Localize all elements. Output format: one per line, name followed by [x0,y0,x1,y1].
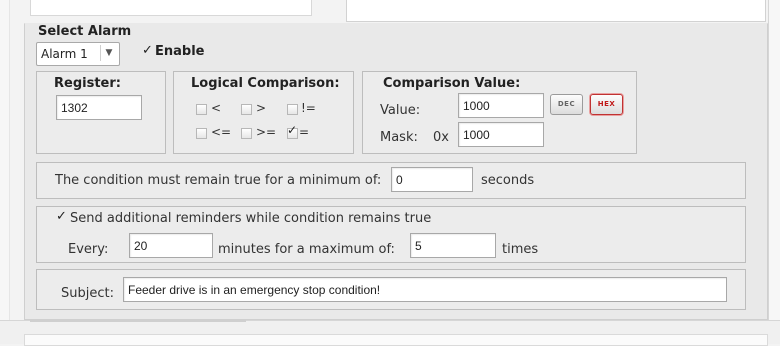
ne-checkbox[interactable] [287,104,298,115]
chevron-down-icon: ▼ [100,45,117,61]
mask-prefix: 0x [433,130,449,145]
bottom-divider [30,320,246,322]
every-minutes-input[interactable] [129,233,213,258]
reminders-label: Send additional reminders while conditio… [70,211,432,226]
ge-label: >= [256,125,277,139]
mask-label: Mask: [380,130,418,145]
value-input[interactable] [458,93,544,118]
subject-label: Subject: [61,286,114,301]
times-label: times [502,242,539,257]
top-left-field [30,0,312,16]
comparison-value-label: Comparison Value: [383,76,521,91]
panel-right-strip [768,0,780,344]
mask-input[interactable] [458,122,544,147]
ge-checkbox[interactable] [241,128,252,139]
ne-label: != [301,101,316,115]
enable-label: Enable [155,44,205,59]
dec-button[interactable]: DEC [550,94,583,115]
value-label: Value: [380,103,421,118]
lt-checkbox[interactable] [196,104,207,115]
bottom-next-panel [24,334,768,346]
every-label: Every: [68,242,109,257]
seconds-label: seconds [481,173,535,188]
checkmark-icon: ✓ [287,123,298,137]
register-label: Register: [54,76,121,91]
condition-prefix-label: The condition must remain true for a min… [55,173,382,188]
alarm-select-dropdown[interactable]: Alarm 1 ▼ [36,42,120,66]
logical-comparison-label: Logical Comparison: [191,76,340,91]
subject-input[interactable] [123,277,727,302]
hex-button[interactable]: HEX [590,94,623,115]
condition-seconds-input[interactable] [391,167,473,192]
eq-label: = [299,125,310,139]
reminders-checkbox[interactable]: ✓ [56,210,67,223]
alarm-select-value: Alarm 1 [41,47,88,61]
gt-checkbox[interactable] [241,104,252,115]
select-alarm-title: Select Alarm [38,24,132,39]
top-right-box [346,0,766,22]
le-checkbox[interactable] [196,128,207,139]
max-times-input[interactable] [410,233,496,258]
lt-label: < [211,101,222,115]
register-input[interactable] [56,95,142,120]
minutes-label: minutes for a maximum of: [218,242,395,257]
left-edge-divider [9,0,10,344]
gt-label: > [256,101,267,115]
le-label: <= [211,125,232,139]
enable-checkbox[interactable]: ✓ [142,44,153,57]
